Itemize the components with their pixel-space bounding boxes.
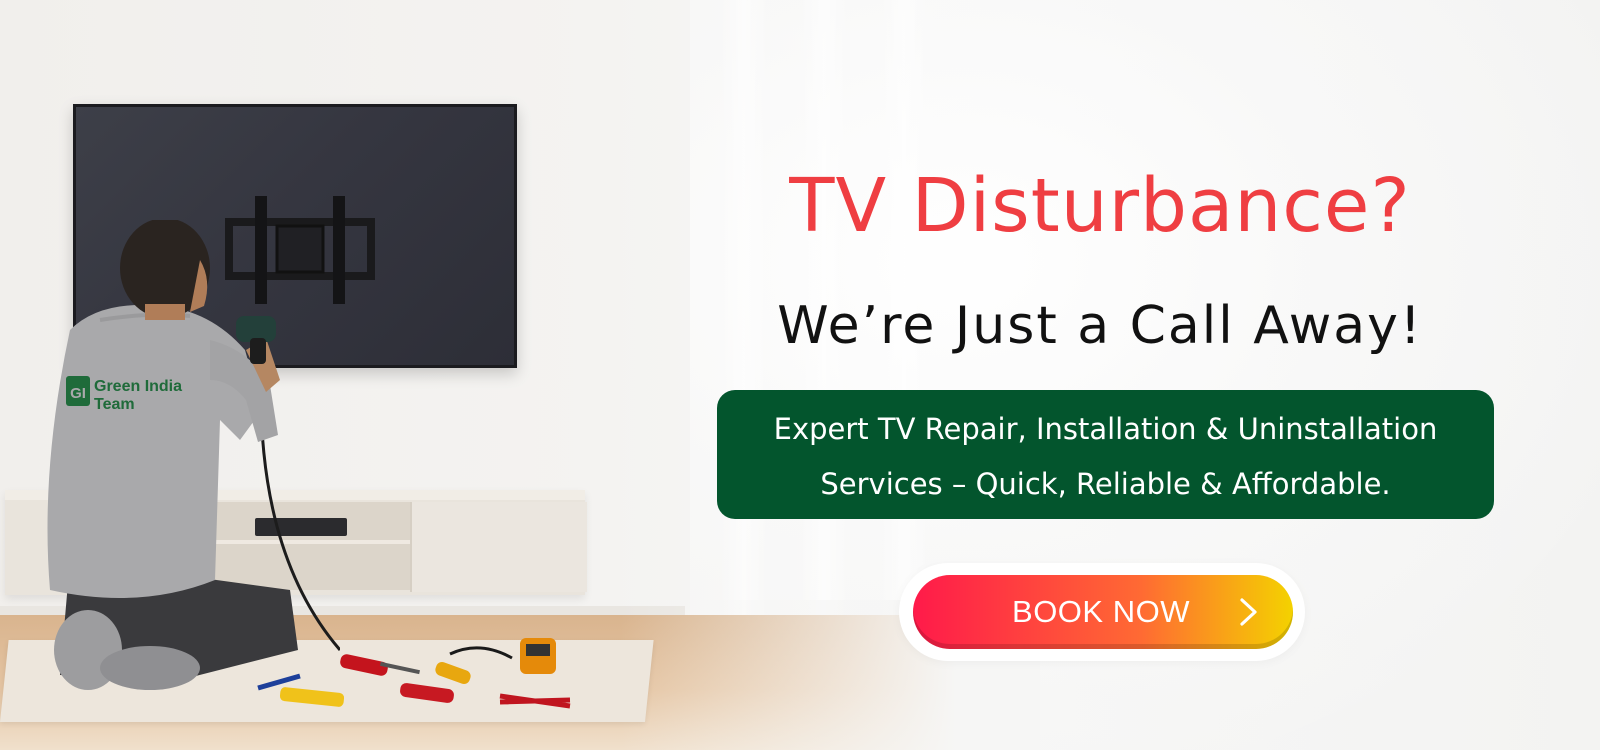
- technician-figure: GI Green India Team: [47, 220, 340, 690]
- promo-banner: GI Green India Team TV Disturbance? We’r…: [0, 0, 1600, 750]
- chevron-right-icon: [1240, 598, 1257, 626]
- services-box: Expert TV Repair, Installation & Uninsta…: [717, 390, 1494, 519]
- technician-photo: GI Green India Team: [0, 0, 1600, 750]
- services-text-line2: Services – Quick, Reliable & Affordable.: [820, 467, 1391, 501]
- shirt-logo-monogram: GI: [70, 385, 86, 402]
- tools-on-mat: [257, 638, 571, 709]
- subheadline: We’re Just a Call Away!: [777, 296, 1423, 356]
- services-text-line1: Expert TV Repair, Installation & Uninsta…: [773, 412, 1438, 446]
- book-now-button[interactable]: BOOK NOW: [913, 575, 1293, 649]
- shirt-logo-line1: Green India: [94, 378, 182, 395]
- shirt-logo-line2: Team: [94, 396, 135, 413]
- headline: TV Disturbance?: [789, 163, 1411, 249]
